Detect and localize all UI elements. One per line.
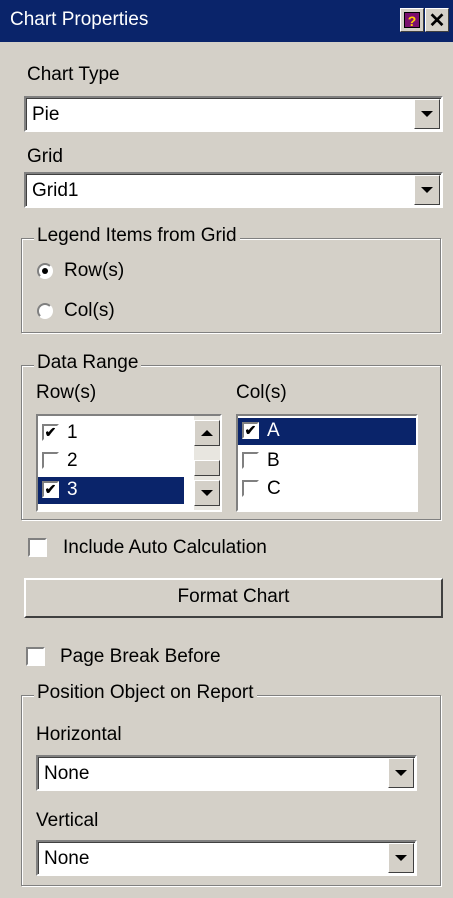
cols-label: Col(s)	[236, 382, 287, 403]
vertical-value: None	[44, 848, 90, 869]
position-object-group-title: Position Object on Report	[34, 682, 257, 704]
rows-scrollbar[interactable]	[194, 416, 220, 510]
legend-rows-label[interactable]: Row(s)	[64, 260, 124, 282]
vertical-select[interactable]: None	[36, 840, 417, 876]
rows-list-item-selected[interactable]: ✔ 3	[38, 477, 184, 504]
cols-item-label: B	[267, 450, 280, 471]
grid-dropdown-button[interactable]	[414, 175, 440, 205]
horizontal-dropdown-button[interactable]	[388, 758, 414, 788]
chevron-down-icon	[395, 770, 407, 776]
rows-item-checkbox[interactable]	[42, 452, 59, 469]
scroll-thumb[interactable]	[194, 460, 220, 476]
help-button[interactable]: ?	[400, 8, 424, 32]
cols-item-label: A	[267, 420, 280, 441]
chevron-down-icon	[421, 187, 433, 193]
window-title: Chart Properties	[10, 9, 149, 30]
rows-listbox[interactable]: ✔ 1 2 ✔ 3	[36, 414, 222, 512]
cols-list-item[interactable]: C	[240, 476, 416, 503]
grid-select[interactable]: Grid1	[24, 172, 443, 208]
chevron-down-icon	[201, 490, 213, 496]
rows-label: Row(s)	[36, 382, 97, 403]
vertical-label: Vertical	[36, 810, 99, 831]
include-auto-calc-label[interactable]: Include Auto Calculation	[63, 537, 267, 559]
horizontal-value: None	[44, 763, 90, 784]
chart-type-label: Chart Type	[27, 64, 120, 85]
cols-list-item[interactable]: B	[240, 448, 416, 475]
horizontal-select[interactable]: None	[36, 755, 417, 791]
cols-item-checkbox[interactable]	[242, 480, 259, 497]
rows-item-label: 3	[67, 479, 78, 500]
close-icon: ✕	[428, 9, 446, 32]
help-icon: ?	[404, 12, 420, 29]
cols-list-item-selected[interactable]: ✔ A	[238, 418, 416, 445]
cols-item-label: C	[267, 478, 281, 499]
legend-items-group-title: Legend Items from Grid	[34, 225, 240, 247]
legend-rows-radio[interactable]	[37, 263, 53, 279]
include-auto-calc-checkbox[interactable]	[28, 538, 47, 557]
rows-item-label: 1	[67, 422, 78, 443]
chevron-down-icon	[395, 855, 407, 861]
rows-item-label: 2	[67, 450, 78, 471]
scroll-down-button[interactable]	[194, 480, 220, 506]
chevron-up-icon	[201, 430, 213, 436]
rows-item-checkbox[interactable]: ✔	[42, 481, 59, 498]
chart-properties-panel: Chart Properties ? ✕ Chart Type Pie Grid…	[0, 0, 453, 898]
chart-type-dropdown-button[interactable]	[414, 99, 440, 129]
title-bar: Chart Properties ? ✕	[0, 0, 453, 42]
vertical-dropdown-button[interactable]	[388, 843, 414, 873]
cols-listbox[interactable]: ✔ A B C	[236, 414, 418, 512]
format-chart-button[interactable]: Format Chart	[24, 578, 443, 618]
cols-item-checkbox[interactable]	[242, 452, 259, 469]
legend-cols-radio[interactable]	[37, 303, 53, 319]
rows-item-checkbox[interactable]: ✔	[42, 424, 59, 441]
horizontal-label: Horizontal	[36, 724, 122, 745]
legend-cols-label[interactable]: Col(s)	[64, 300, 115, 322]
chart-type-value: Pie	[32, 104, 60, 125]
grid-label: Grid	[27, 146, 63, 167]
scroll-up-button[interactable]	[194, 420, 220, 446]
chart-type-select[interactable]: Pie	[24, 96, 443, 132]
cols-item-checkbox[interactable]: ✔	[242, 422, 259, 439]
page-break-before-checkbox[interactable]	[26, 647, 45, 666]
page-break-before-label[interactable]: Page Break Before	[60, 646, 221, 668]
radio-dot	[42, 268, 48, 274]
close-button[interactable]: ✕	[425, 8, 449, 32]
grid-value: Grid1	[32, 180, 79, 201]
data-range-group-title: Data Range	[34, 352, 142, 374]
chevron-down-icon	[421, 111, 433, 117]
